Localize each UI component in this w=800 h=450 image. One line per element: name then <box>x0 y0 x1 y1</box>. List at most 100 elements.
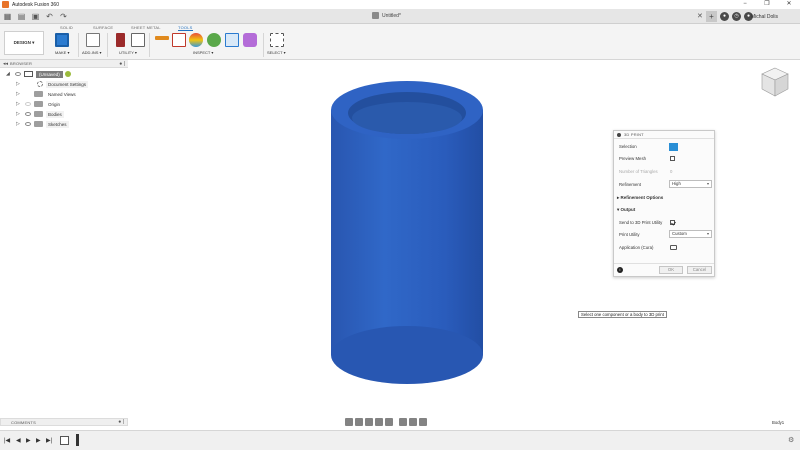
parameters-icon[interactable] <box>131 33 145 47</box>
browser-pin-icon[interactable]: ● | <box>119 61 125 67</box>
visibility-icon[interactable] <box>25 112 31 116</box>
comments-pin-icon[interactable]: ● | <box>118 419 124 425</box>
section-analysis-icon[interactable] <box>225 33 239 47</box>
3d-print-dialog: 3D PRINT Selection Preview Mesh Number o… <box>613 130 715 277</box>
app-title: Autodesk Fusion 360 <box>12 1 59 8</box>
expand-arrow-icon[interactable]: ◢ <box>6 71 12 77</box>
step-forward-icon[interactable]: ▶ <box>36 437 41 444</box>
expand-arrow-icon[interactable]: ▷ <box>16 91 22 97</box>
scripts-addins-icon[interactable] <box>86 33 100 47</box>
look-at-icon[interactable] <box>355 418 363 426</box>
group-utility[interactable]: UTILITY ▾ <box>119 50 137 55</box>
browser-header[interactable]: ◂◂ BROWSER ● | <box>0 60 128 68</box>
refinement-options-section[interactable]: ▸ Refinement Options <box>617 195 663 201</box>
list-item[interactable]: ▷ Sketches <box>0 119 128 129</box>
print-utility-dropdown[interactable]: Custom ▾ <box>669 230 712 238</box>
minimize-button[interactable]: − <box>734 0 756 9</box>
save-icon[interactable]: ▣ <box>31 12 40 21</box>
timeline-settings-icon[interactable]: ⚙ <box>788 436 794 444</box>
browser-tree: ◢ (Unsaved) ▷ Document Settings ▷ Named … <box>0 69 128 129</box>
group-select[interactable]: SELECT ▾ <box>267 50 286 55</box>
curvature-analysis-icon[interactable] <box>189 33 203 47</box>
output-section[interactable]: ▾ Output <box>617 207 635 213</box>
browse-folder-icon[interactable] <box>670 245 677 250</box>
undo-icon[interactable]: ↶ <box>45 12 54 21</box>
tab-tools[interactable]: TOOLS <box>178 25 193 31</box>
center-of-mass-icon[interactable] <box>243 33 257 47</box>
cylinder-body[interactable] <box>320 80 495 390</box>
dialog-header[interactable]: 3D PRINT <box>614 131 714 139</box>
visibility-icon[interactable] <box>25 102 31 106</box>
list-item[interactable]: ▷ Bodies <box>0 109 128 119</box>
expand-arrow-icon[interactable]: ▷ <box>16 101 22 107</box>
output-label: Output <box>620 207 636 212</box>
root-label: (Unsaved) <box>36 70 63 78</box>
pan-icon[interactable] <box>365 418 373 426</box>
measure-icon[interactable] <box>155 36 169 40</box>
chevron-down-icon: ▾ <box>706 181 709 186</box>
play-icon[interactable]: ▶ <box>26 437 31 444</box>
3d-print-icon[interactable] <box>55 33 69 47</box>
traffic-light-icon[interactable] <box>116 33 125 47</box>
file-menu-icon[interactable]: ▤ <box>17 12 26 21</box>
timeline-marker[interactable] <box>76 434 79 446</box>
grid-menu-icon[interactable]: ▦ <box>3 12 12 21</box>
send-to-utility-label: Send to 3D Print Utility <box>619 220 663 225</box>
view-cube[interactable] <box>760 66 790 100</box>
group-inspect[interactable]: INSPECT ▾ <box>193 50 213 55</box>
tab-surface[interactable]: SURFACE <box>93 25 113 30</box>
close-window-button[interactable]: ✕ <box>778 0 800 9</box>
go-to-start-icon[interactable]: |◀ <box>4 437 10 444</box>
maximize-button[interactable]: ❐ <box>756 0 778 9</box>
user-name[interactable]: Michal Dolis <box>751 14 778 20</box>
list-item[interactable]: ▷ Document Settings <box>0 79 128 89</box>
list-item[interactable]: ▷ Origin <box>0 99 128 109</box>
extensions-icon[interactable]: ● <box>720 12 729 21</box>
expand-arrow-icon[interactable]: ▷ <box>16 111 22 117</box>
activate-radio-icon[interactable] <box>64 71 71 77</box>
group-add-ins[interactable]: ADD-INS ▾ <box>82 50 102 55</box>
grid-settings-icon[interactable] <box>409 418 417 426</box>
document-tab[interactable]: Untitled* <box>372 12 401 19</box>
comments-panel[interactable]: COMMENTS ● | <box>0 418 128 426</box>
select-icon[interactable] <box>270 33 284 47</box>
zoom-icon[interactable] <box>375 418 383 426</box>
go-to-end-icon[interactable]: ▶| <box>46 437 52 444</box>
browser-title: BROWSER <box>10 61 33 66</box>
folder-icon <box>34 101 43 107</box>
step-back-icon[interactable]: ◀ <box>16 437 21 444</box>
info-icon[interactable]: i <box>617 267 623 273</box>
fusion-logo-icon <box>2 1 9 8</box>
selection-button[interactable] <box>669 143 678 151</box>
new-tab-button[interactable]: + <box>706 11 717 22</box>
tab-solid[interactable]: SOLID <box>60 25 73 30</box>
interference-icon[interactable] <box>172 33 186 47</box>
send-to-utility-checkbox[interactable] <box>670 220 675 225</box>
job-status-icon[interactable]: ◷ <box>732 12 741 21</box>
expand-arrow-icon[interactable]: ▷ <box>16 121 22 127</box>
close-document-icon[interactable]: ✕ <box>697 12 703 21</box>
redo-icon[interactable]: ↷ <box>59 12 68 21</box>
preview-mesh-checkbox[interactable] <box>670 156 675 161</box>
expand-arrow-icon[interactable]: ▷ <box>16 81 22 87</box>
tab-sheet-metal[interactable]: SHEET METAL <box>131 25 161 30</box>
cancel-button[interactable]: Cancel <box>687 266 712 274</box>
zebra-analysis-icon[interactable] <box>207 33 221 47</box>
fit-icon[interactable] <box>385 418 393 426</box>
ok-button[interactable]: OK <box>659 266 683 274</box>
refinement-dropdown[interactable]: High ▾ <box>669 180 712 188</box>
group-make[interactable]: MAKE ▾ <box>55 50 69 55</box>
workspace-switcher[interactable]: DESIGN ▾ <box>4 31 44 55</box>
refinement-value: High <box>672 181 681 186</box>
visibility-icon[interactable] <box>25 122 31 126</box>
timeline-feature[interactable] <box>60 436 69 445</box>
visibility-icon[interactable] <box>15 72 21 76</box>
divider <box>107 33 108 57</box>
tree-root[interactable]: ◢ (Unsaved) <box>0 69 128 79</box>
viewports-icon[interactable] <box>419 418 427 426</box>
list-item[interactable]: ▷ Named Views <box>0 89 128 99</box>
orbit-icon[interactable] <box>345 418 353 426</box>
display-settings-icon[interactable] <box>399 418 407 426</box>
collapse-browser-icon[interactable]: ◂◂ <box>3 61 8 67</box>
